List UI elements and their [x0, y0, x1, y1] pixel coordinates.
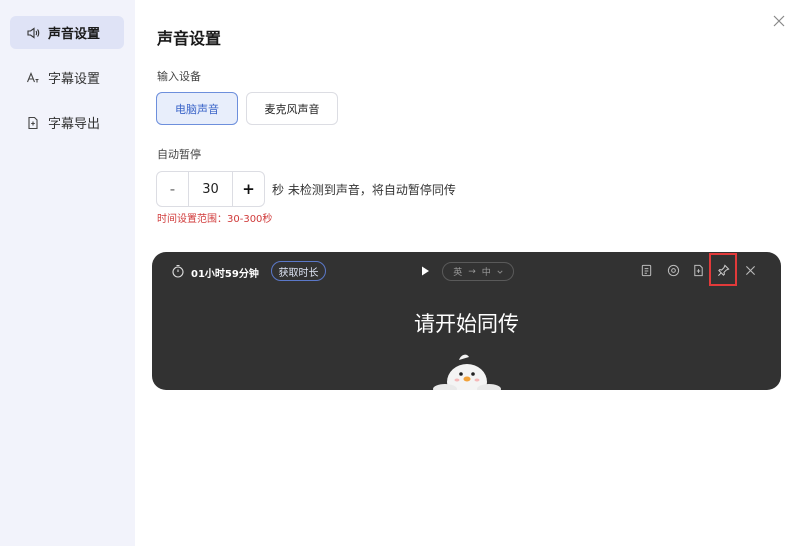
- chevron-down-icon: [497, 270, 503, 274]
- sidebar-item-subtitle-settings[interactable]: 字幕设置: [10, 61, 124, 94]
- auto-pause-description: 秒 未检测到声音，将自动暂停同传: [272, 183, 456, 197]
- sidebar-item-label: 声音设置: [48, 27, 101, 42]
- caption-text: 请开始同传: [414, 312, 519, 336]
- sidebar: 声音设置 字幕设置 字幕导出: [0, 0, 135, 546]
- computer-sound-button[interactable]: 电脑声音: [156, 92, 238, 125]
- preview-close-icon[interactable]: [742, 262, 758, 278]
- sidebar-item-label: 字幕设置: [48, 72, 101, 87]
- input-device-label: 输入设备: [157, 70, 201, 83]
- auto-pause-label: 自动暂停: [157, 148, 201, 161]
- decrement-button[interactable]: -: [157, 172, 188, 206]
- page-title: 声音设置: [157, 29, 222, 48]
- subtitle-preview: 01小时59分钟 获取时长 英 → 中 请开始同传: [152, 252, 781, 390]
- target-language: 中: [481, 268, 491, 278]
- microphone-sound-button[interactable]: 麦克风声音: [246, 92, 338, 125]
- source-language: 英: [453, 268, 463, 278]
- language-selector[interactable]: 英 → 中: [442, 262, 514, 281]
- sidebar-item-sound-settings[interactable]: 声音设置: [10, 16, 124, 49]
- range-hint: 时间设置范围：30-300秒: [157, 214, 273, 225]
- sidebar-item-label: 字幕导出: [48, 117, 101, 132]
- arrow-icon: →: [468, 266, 476, 277]
- close-button[interactable]: [770, 12, 788, 30]
- sidebar-item-subtitle-export[interactable]: 字幕导出: [10, 106, 124, 139]
- speaker-icon: [26, 26, 40, 40]
- stopwatch-icon: [172, 264, 184, 278]
- pin-highlight-box: [709, 253, 737, 286]
- close-icon: [773, 15, 785, 27]
- record-icon[interactable]: [665, 262, 681, 278]
- timer-text: 01小时59分钟: [191, 269, 259, 280]
- auto-pause-input[interactable]: 30: [188, 172, 233, 206]
- export-icon[interactable]: [690, 262, 706, 278]
- auto-pause-stepper: - 30 +: [156, 171, 265, 207]
- get-time-button[interactable]: 获取时长: [271, 261, 326, 281]
- play-icon[interactable]: [419, 265, 431, 277]
- increment-button[interactable]: +: [233, 172, 264, 206]
- font-size-icon: [26, 71, 40, 85]
- document-icon[interactable]: [638, 262, 654, 278]
- chick-mascot-icon: [433, 354, 501, 390]
- file-export-icon: [26, 116, 40, 130]
